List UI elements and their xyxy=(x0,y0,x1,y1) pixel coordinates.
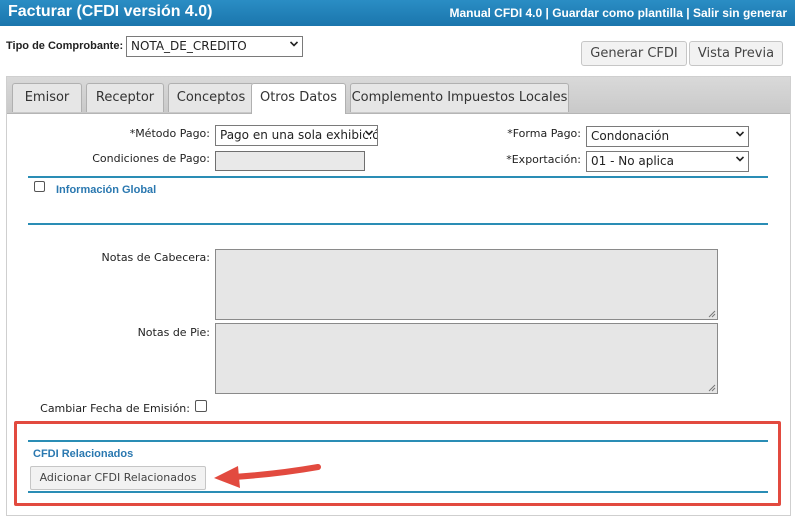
metodo-pago-select[interactable]: Pago en una sola exhibición xyxy=(215,125,378,146)
divider xyxy=(28,491,768,493)
separator: | xyxy=(682,6,693,20)
metodo-pago-value: Pago en una sola exhibición xyxy=(220,128,378,142)
manual-link[interactable]: Manual CFDI 4.0 xyxy=(450,6,543,20)
forma-pago-label: *Forma Pago: xyxy=(507,127,581,140)
forma-pago-value: Condonación xyxy=(591,129,670,143)
title-bar: Facturar (CFDI versión 4.0) Manual CFDI … xyxy=(0,0,795,26)
cfdi-relacionados-title: CFDI Relacionados xyxy=(33,448,134,460)
chevron-down-icon xyxy=(365,129,373,137)
page-title: Facturar (CFDI versión 4.0) xyxy=(8,3,213,20)
divider xyxy=(28,440,768,442)
resize-grip-icon[interactable] xyxy=(707,309,716,318)
arrow-pointer-icon xyxy=(214,464,321,488)
notas-pie-label: Notas de Pie: xyxy=(137,326,210,339)
exit-without-generating-link[interactable]: Salir sin generar xyxy=(693,6,787,20)
exportacion-select[interactable]: 01 - No aplica xyxy=(586,151,749,172)
vista-previa-button[interactable]: Vista Previa xyxy=(689,41,783,66)
informacion-global-checkbox[interactable] xyxy=(34,181,45,192)
tab-conceptos[interactable]: Conceptos xyxy=(168,83,254,112)
metodo-pago-label: *Método Pago: xyxy=(129,127,210,140)
chevron-down-icon xyxy=(736,156,744,162)
adicionar-cfdi-relacionados-button[interactable]: Adicionar CFDI Relacionados xyxy=(30,466,206,490)
notas-cabecera-textarea[interactable] xyxy=(215,249,718,320)
forma-pago-select[interactable]: Condonación xyxy=(586,126,749,147)
resize-grip-icon[interactable] xyxy=(707,383,716,392)
tipo-comprobante-select[interactable]: NOTA_DE_CREDITO xyxy=(126,36,303,57)
tab-otros-datos[interactable]: Otros Datos xyxy=(251,83,346,114)
notas-cabecera-label: Notas de Cabecera: xyxy=(101,251,210,264)
tab-bar: Emisor Receptor Conceptos Otros Datos Co… xyxy=(7,77,790,114)
tab-emisor[interactable]: Emisor xyxy=(12,83,82,112)
exportacion-value: 01 - No aplica xyxy=(591,154,674,168)
divider xyxy=(28,176,768,178)
notas-pie-textarea[interactable] xyxy=(215,323,718,394)
tab-receptor[interactable]: Receptor xyxy=(86,83,164,112)
cambiar-fecha-label: Cambiar Fecha de Emisión: xyxy=(40,402,190,415)
save-template-link[interactable]: Guardar como plantilla xyxy=(552,6,683,20)
divider xyxy=(28,223,768,225)
informacion-global-label: Información Global xyxy=(56,184,157,196)
tab-complemento-impuestos-locales[interactable]: Complemento Impuestos Locales xyxy=(350,83,569,112)
separator: | xyxy=(542,6,553,20)
cambiar-fecha-checkbox[interactable] xyxy=(195,400,207,412)
condiciones-pago-label: Condiciones de Pago: xyxy=(92,152,210,165)
tipo-comprobante-label: Tipo de Comprobante: xyxy=(6,40,124,52)
chevron-down-icon xyxy=(290,41,298,47)
chevron-down-icon xyxy=(736,131,744,137)
condiciones-pago-input[interactable] xyxy=(215,151,365,171)
generar-cfdi-button[interactable]: Generar CFDI xyxy=(581,41,687,66)
header-links: Manual CFDI 4.0 | Guardar como plantilla… xyxy=(450,6,788,20)
tipo-comprobante-value: NOTA_DE_CREDITO xyxy=(131,39,247,53)
highlight-box xyxy=(14,421,781,506)
exportacion-label: *Exportación: xyxy=(506,153,581,166)
